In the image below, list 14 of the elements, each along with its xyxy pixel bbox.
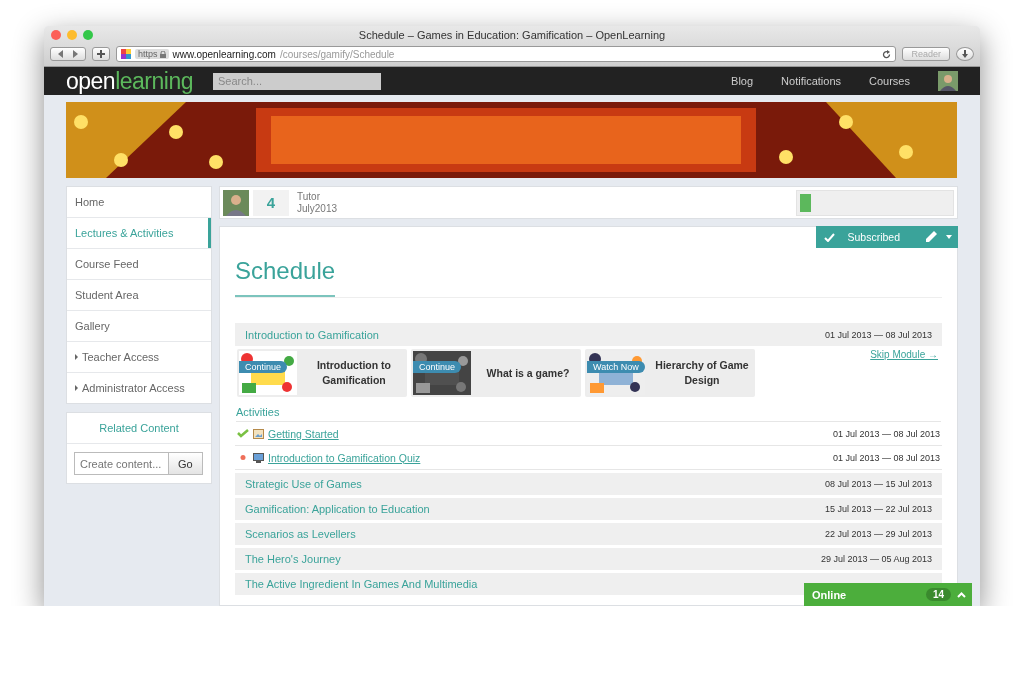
role-label: Tutor bbox=[297, 190, 321, 203]
lesson-title: What is a game? bbox=[485, 365, 571, 381]
section-label: Activities bbox=[236, 406, 941, 422]
panel-title: Related Content bbox=[67, 413, 211, 444]
lesson-title: Introduction to Gamification bbox=[315, 358, 393, 388]
course-number: 4 bbox=[253, 189, 289, 216]
cohort-label: July2013 bbox=[297, 202, 338, 215]
page-heading: Schedule bbox=[235, 257, 335, 297]
date-range: 01 Jul 2013 — 08 Jul 2013 bbox=[832, 428, 940, 439]
window-title: Schedule – Games in Education: Gamification – OpenLearning bbox=[357, 29, 667, 41]
lesson-title: Hierarchy of Game Design bbox=[654, 358, 750, 388]
online-count: 14 bbox=[925, 588, 951, 601]
url-scheme: https bbox=[138, 49, 158, 59]
date-range: 01 Jul 2013 — 08 Jul 2013 bbox=[832, 452, 940, 463]
